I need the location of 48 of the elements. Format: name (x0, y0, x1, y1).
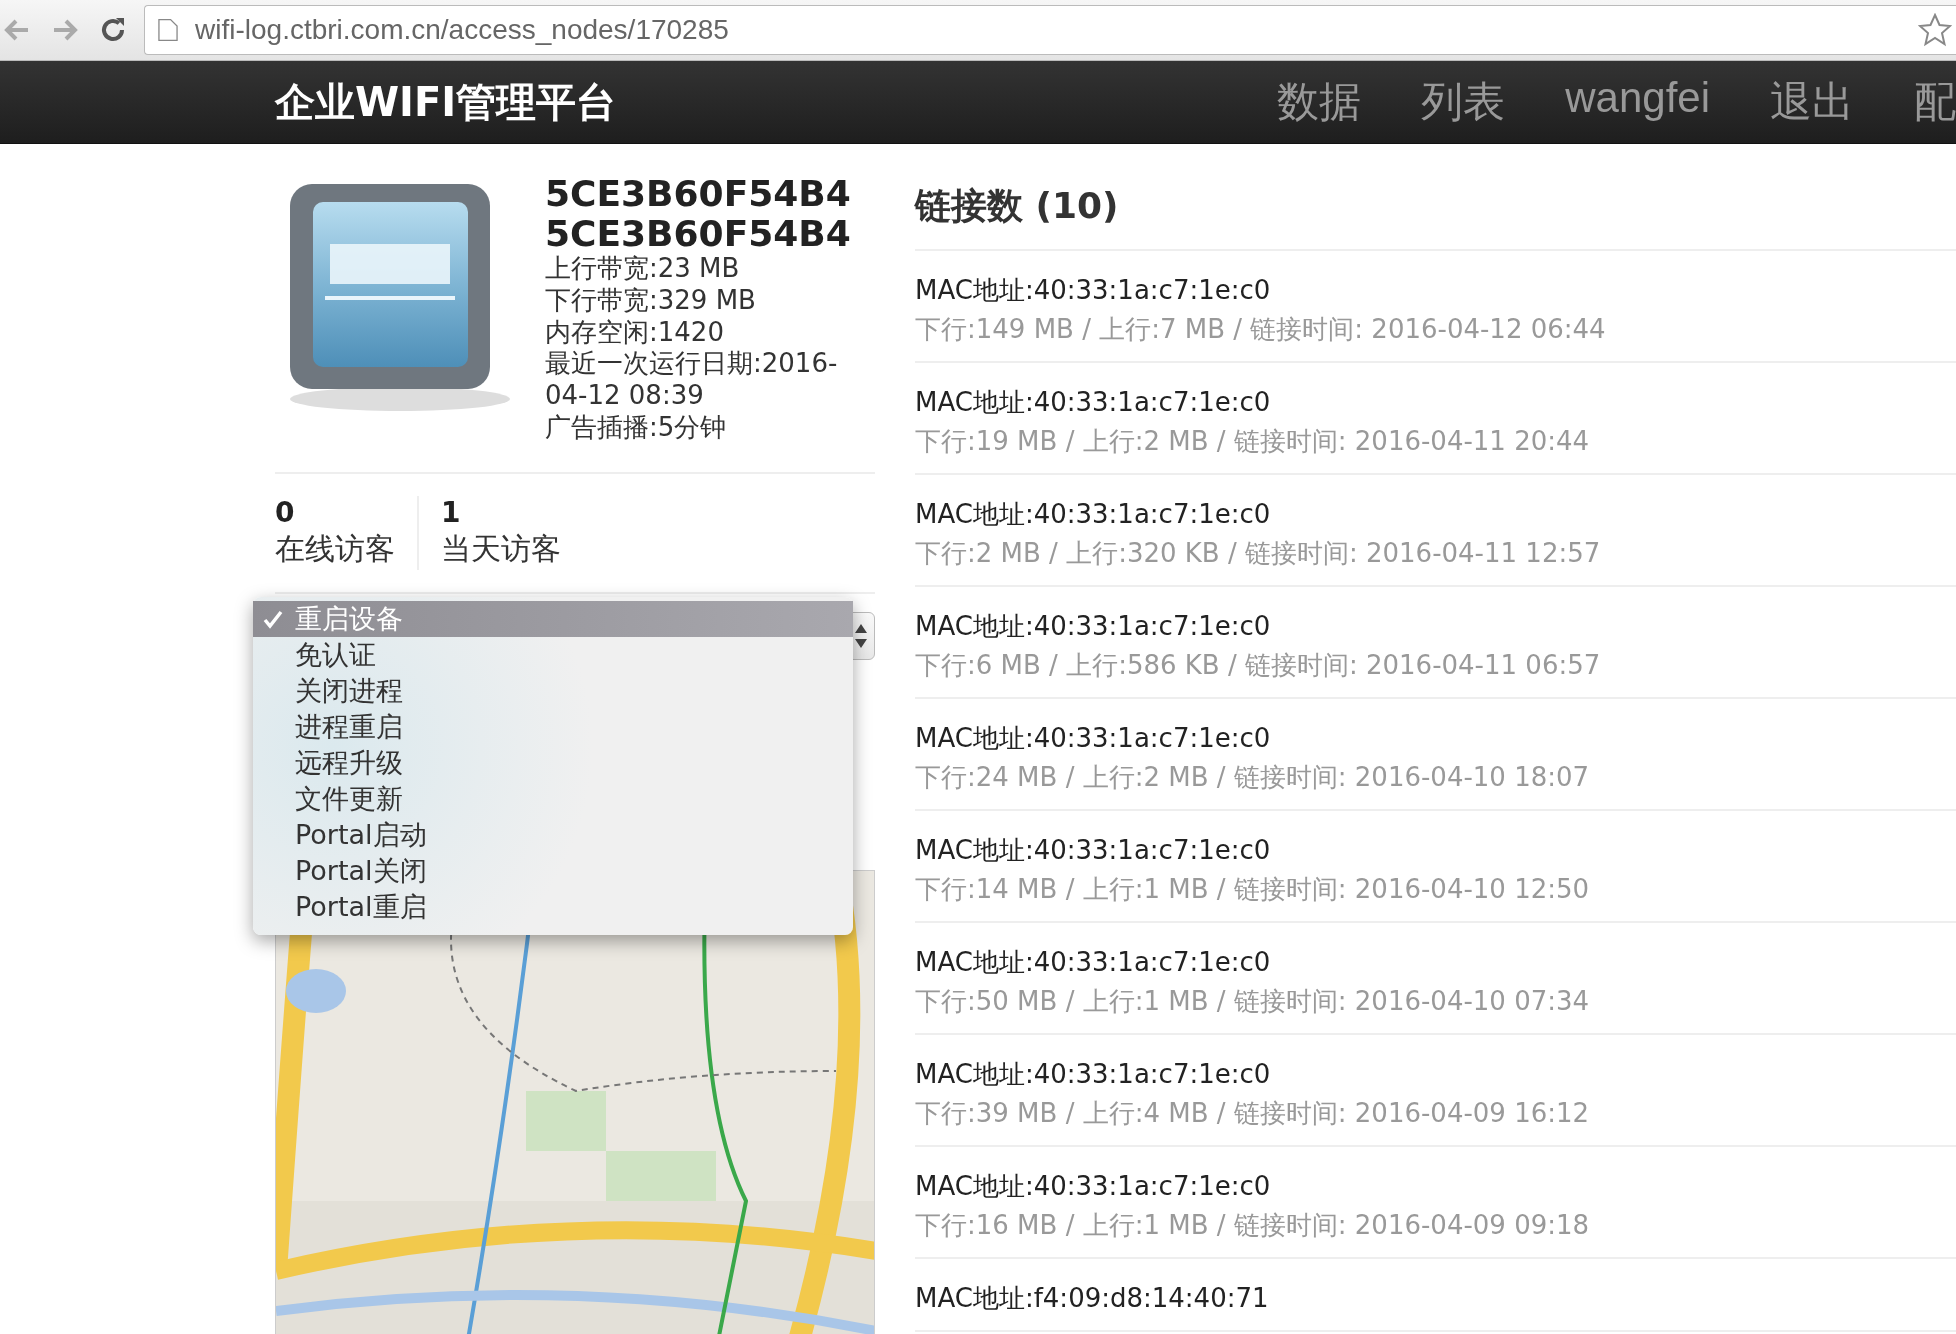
menu-option[interactable]: Portal关闭 (253, 853, 853, 889)
stat-label: 当天访客 (441, 529, 561, 568)
stat-label: 在线访客 (275, 529, 395, 568)
nav-link[interactable]: 退出 (1740, 74, 1884, 130)
connection-detail: 下行:24 MB / 上行:2 MB / 链接时间: 2016-04-10 18:07 (915, 761, 1591, 794)
connection-detail: 下行:2 MB / 上行:320 KB / 链接时间: 2016-04-11 12:57 (915, 537, 1602, 570)
nav-link[interactable]: 数据 (1247, 74, 1392, 130)
stat-value: 0 (275, 495, 296, 529)
mac-address: MAC地址:40:33:1a:c7:1e:c0 (915, 610, 1272, 643)
mac-address: MAC地址:40:33:1a:c7:1e:c0 (915, 274, 1272, 307)
nav-link[interactable]: wangfei (1535, 74, 1740, 130)
device-detail: 内存空闲:1420 (545, 316, 725, 349)
star-icon[interactable] (1918, 13, 1952, 47)
connection-detail: 下行:19 MB / 上行:2 MB / 链接时间: 2016-04-11 20:44 (915, 425, 1591, 458)
device-id: 5CE3B60F54B4 (545, 213, 852, 254)
connection-detail: 下行:149 MB / 上行:7 MB / 链接时间: 2016-04-12 06:44 (915, 313, 1607, 346)
mac-address: MAC地址:40:33:1a:c7:1e:c0 (915, 722, 1272, 755)
menu-option[interactable]: 远程升级 (253, 745, 853, 781)
nav-link[interactable]: 配 (1884, 74, 1956, 130)
connection-detail: 下行:14 MB / 上行:1 MB / 链接时间: 2016-04-10 12:50 (915, 873, 1591, 906)
device-detail: 最近一次运行日期:2016-04-12 08:39 (545, 348, 839, 412)
mac-address: MAC地址:40:33:1a:c7:1e:c0 (915, 834, 1272, 867)
stat-value: 1 (441, 495, 462, 529)
device-detail: 下行带宽:329 MB (545, 284, 757, 317)
menu-option[interactable]: 文件更新 (253, 781, 853, 817)
device-detail: 广告插播:5分钟 (545, 411, 728, 444)
mac-address: MAC地址:40:33:1a:c7:1e:c0 (915, 1170, 1272, 1203)
connection-detail: 下行:6 MB / 上行:586 KB / 链接时间: 2016-04-11 06:57 (915, 649, 1602, 682)
connection-detail: 下行:16 MB / 上行:1 MB / 链接时间: 2016-04-09 09:18 (915, 1209, 1591, 1242)
device-id: 5CE3B60F54B4 (545, 174, 852, 214)
menu-option[interactable]: Portal重启 (253, 889, 853, 925)
nav-link[interactable]: 列表 (1391, 74, 1536, 130)
mac-address: MAC地址:40:33:1a:c7:1e:c0 (915, 386, 1272, 419)
menu-option[interactable]: 进程重启 (253, 709, 853, 745)
mac-address: MAC地址:40:33:1a:c7:1e:c0 (915, 498, 1272, 531)
device-detail: 上行带宽:23 MB (545, 253, 741, 285)
mac-address: MAC地址:40:33:1a:c7:1e:c0 (915, 946, 1272, 979)
address-bar[interactable]: wifi-log.ctbri.com.cn/access_nodes/170285 (144, 5, 1956, 55)
connections-heading: 链接数 (10) (915, 174, 1956, 251)
connection-detail: 下行:39 MB / 上行:4 MB / 链接时间: 2016-04-09 16:12 (915, 1097, 1591, 1130)
brand-title: 企业WIFI管理平台 (275, 77, 617, 127)
checkmark-icon (263, 609, 283, 629)
mac-address: MAC地址:f4:09:d8:14:40:71 (915, 1282, 1270, 1315)
connection-detail: 下行:50 MB / 上行:1 MB / 链接时间: 2016-04-10 07:34 (915, 985, 1591, 1018)
menu-option[interactable]: Portal启动 (253, 817, 853, 853)
menu-option[interactable]: 关闭进程 (253, 673, 853, 709)
menu-option[interactable]: 免认证 (253, 637, 853, 673)
mac-address: MAC地址:40:33:1a:c7:1e:c0 (915, 1058, 1272, 1091)
